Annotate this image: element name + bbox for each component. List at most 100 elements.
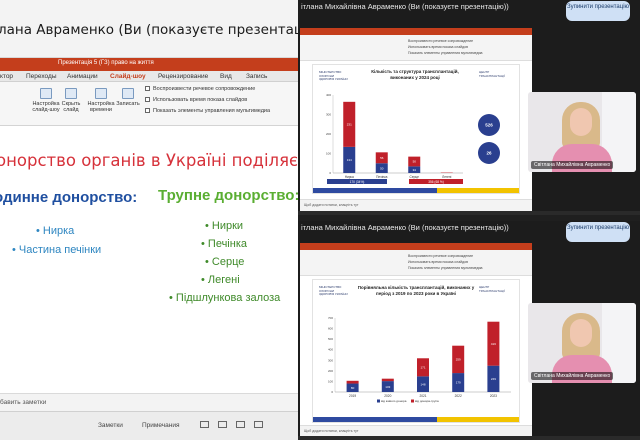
reading-view-icon[interactable] [236, 421, 245, 428]
x-tick-label: 2022 [455, 394, 462, 398]
tab-record[interactable]: Запись [246, 73, 267, 80]
y-tick-label: 600 [328, 327, 333, 331]
notes-toggle[interactable]: Заметки [98, 422, 123, 429]
bar-segment [381, 378, 394, 382]
tab-animations[interactable]: Анимации [67, 73, 98, 80]
tile-title: ітлана Михайлівна Авраменко (Ви (показує… [301, 2, 509, 11]
summary-label-living: 170 (34%) [350, 180, 365, 184]
bar-value-label: 179 [456, 381, 461, 385]
legend-label: від донора-трупа [415, 399, 439, 403]
list-item: • Нирки [205, 220, 244, 232]
chart-2024: 0 100 200 300 400 134 231 Нирка 50 56 Печінка 34 50 С… [326, 93, 500, 184]
x-tick-label: 2020 [384, 394, 391, 398]
media-controls-checkbox[interactable]: Показать элементы управления мультимедиа [145, 108, 270, 114]
bar-value-label: 50 [413, 160, 417, 164]
mini-checkbox-label: Воспроизвести речевое сопровождение [408, 254, 474, 258]
x-tick-label: 2021 [419, 394, 426, 398]
tile-header: ітлана Михайлівна Авраменко (Ви (показує… [298, 0, 640, 21]
slideshow-view-icon[interactable] [254, 421, 263, 428]
list-item: • Підшлункова залоза [169, 292, 281, 304]
y-tick-label: 200 [328, 369, 333, 373]
mini-notes[interactable]: Щоб додати нотатки, клацніть тут [300, 199, 532, 211]
bar-value-label: 249 [491, 377, 496, 381]
mini-checkbox-label: Показать элементы управления мультимедиа [408, 51, 483, 55]
ukraine-flag-bar [313, 188, 519, 193]
total-circle-value: 526 [485, 123, 493, 128]
comments-toggle[interactable]: Примечания [142, 422, 180, 429]
bar-value-label: 34 [413, 168, 417, 172]
tab-constructor[interactable]: ктор [0, 73, 13, 80]
summary-label-deceased: 356 (68 %) [428, 180, 444, 184]
bar-value-label: 171 [420, 366, 425, 370]
mini-slide-title: Порівняльна кількість трансплантацій, ви… [357, 285, 475, 296]
list-item: • Серце [205, 256, 245, 268]
list-item: • Легені [201, 274, 240, 286]
meeting-tile-bottom: ітлана Михайлівна Авраменко (Ви (показує… [298, 221, 640, 440]
mini-checkbox-label: Показать элементы управления мультимедиа [408, 266, 483, 270]
y-tick-label: 0 [331, 390, 333, 394]
y-tick-label: 500 [328, 337, 333, 341]
x-tick-label: 2023 [490, 394, 497, 398]
presenter-camera: Світлана Михайлівна Авраменко [528, 303, 636, 383]
normal-view-icon[interactable] [200, 421, 209, 428]
bar-value-label: 259 [456, 358, 461, 362]
ppt-ribbon-tabs: ктор Переходы Анимации Слайд-шоу Рецензи… [0, 71, 298, 82]
scroll-strip [298, 211, 640, 215]
timer-icon [95, 88, 107, 99]
bar-value-label: 231 [347, 123, 352, 127]
x-tick-label: Печінка [376, 175, 388, 179]
presenter-header: лана Авраменко (Ви (показуєте презентаці… [0, 0, 298, 58]
narration-checkbox[interactable]: Воспроизвести речевое сопровождение [145, 86, 255, 92]
record-button[interactable]: Записать [114, 88, 142, 107]
stop-presenting-button[interactable]: Зупинити презентацію [566, 222, 630, 242]
current-slide: онорство органів в Україні поділяється о… [0, 127, 298, 393]
notes-pane[interactable]: бавить заметки [0, 393, 298, 411]
slide-subtitle-deceased: Трупне донорство: [158, 187, 298, 204]
x-tick-label: 2019 [349, 394, 356, 398]
shared-screen-main: лана Авраменко (Ви (показуєте презентаці… [0, 0, 298, 440]
sorter-view-icon[interactable] [218, 421, 227, 428]
checkbox-icon [145, 97, 150, 102]
transplant-center-logo: ЦЕНТР ТРАНСПЛАНТАЦІЇ [479, 285, 505, 293]
bar-value-label: 103 [385, 385, 390, 389]
x-tick-label: Легені [442, 175, 451, 179]
timings-checkbox[interactable]: Использовать время показа слайдов [145, 97, 247, 103]
y-tick-label: 200 [326, 132, 331, 136]
tab-view[interactable]: Вид [220, 73, 232, 80]
ppt-document-title: Презентація 5 (ГЗ) право на життя [58, 60, 154, 66]
ministry-logo: МІНІСТЕРСТВО ОХОРОНИ ЗДОРОВ'Я УКРАЇНИ [319, 285, 348, 296]
tab-review[interactable]: Рецензирование [158, 73, 208, 80]
tile-title: ітлана Михайлівна Авраменко (Ви (показує… [301, 223, 509, 232]
y-tick-label: 300 [328, 358, 333, 362]
x-tick-label: Серце [410, 175, 420, 179]
hide-slide-button[interactable]: Скрыть слайд [60, 88, 82, 113]
mini-ribbon: Воспроизвести речевое сопровождение Испо… [300, 250, 532, 276]
tile-header: ітлана Михайлівна Авраменко (Ви (показує… [298, 221, 640, 242]
bar-value-label: 416 [491, 342, 496, 346]
camera-name-label: Світлана Михайлівна Авраменко [531, 161, 614, 169]
slide-subtitle-living: одинне донорство: [0, 189, 138, 206]
legend-swatch [377, 399, 380, 403]
stop-presenting-button[interactable]: Зупинити презентацію [566, 1, 630, 21]
setup-slideshow-button[interactable]: Настройка слайд-шоу [30, 88, 62, 113]
camera-name-label: Світлана Михайлівна Авраменко [531, 372, 614, 380]
meeting-tile-top: ітлана Михайлівна Авраменко (Ви (показує… [298, 0, 640, 215]
ppt-ribbon: Настройка слайд-шоу Скрыть слайд Настрой… [0, 82, 298, 126]
presenter-title: лана Авраменко (Ви (показуєте презентаці… [0, 22, 298, 38]
list-item: • Частина печінки [12, 244, 102, 256]
mini-checkbox-label: Использовать время показа слайдов [408, 45, 468, 49]
bar-value-label: 80 [351, 386, 355, 390]
bar-value-label: 56 [380, 156, 384, 160]
x-tick-label: Нирка [345, 175, 354, 179]
notes-placeholder: бавить заметки [0, 399, 47, 406]
mini-ribbon: Воспроизвести речевое сопровождение Испо… [300, 35, 532, 61]
tab-transitions[interactable]: Переходы [26, 73, 57, 80]
rehearse-timings-button[interactable]: Настройка времени [86, 88, 116, 113]
mini-checkbox-label: Использовать время показа слайдов [408, 260, 468, 264]
legend-label: від живого донора [381, 399, 407, 403]
status-bar: Заметки Примечания [0, 411, 298, 440]
tab-slideshow[interactable]: Слайд-шоу [110, 73, 146, 80]
bar-value-label: 134 [347, 158, 352, 162]
y-tick-label: 400 [328, 348, 333, 352]
mini-slide: МІНІСТЕРСТВО ОХОРОНИ ЗДОРОВ'Я УКРАЇНИ По… [312, 279, 520, 423]
